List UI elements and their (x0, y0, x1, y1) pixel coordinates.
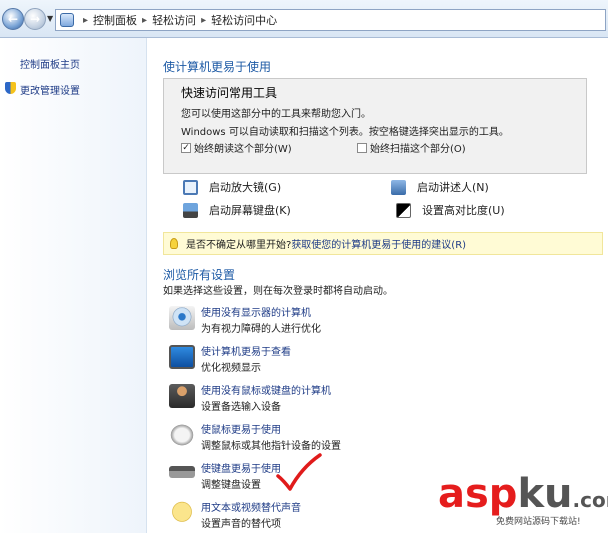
setting-description: 设置声音的替代项 (201, 519, 281, 530)
sidebar-item-control-panel-home[interactable]: 控制面板主页 (20, 56, 80, 71)
sidebar-item-change-admin-settings[interactable]: 更改管理设置 (20, 82, 80, 97)
magnifier-icon (183, 179, 198, 195)
always-scan-checkbox[interactable]: 始终扫描这个部分(O) (357, 140, 466, 155)
get-recommendations-link[interactable]: 获取使您的计算机更易于使用的建议(R) (291, 236, 466, 251)
browse-settings-subtitle: 如果选择这些设置，则在每次登录时都将自动启动。 (163, 286, 393, 297)
setting-link-no-mouse-keyboard[interactable]: 使用没有鼠标或键盘的计算机 (201, 382, 331, 397)
quick-access-title: 快速访问常用工具 (181, 86, 278, 100)
breadcrumb-control-panel[interactable]: 控制面板 (93, 12, 137, 28)
red-checkmark-annotation-icon (276, 453, 322, 491)
narrator-icon (391, 179, 406, 195)
mouse-icon (169, 423, 195, 447)
high-contrast-icon (396, 202, 411, 218)
tool-narrator[interactable]: 启动讲述人(N) (391, 179, 489, 195)
breadcrumb-separator-icon[interactable]: ▸ (142, 15, 147, 26)
breadcrumb-ease-of-access[interactable]: 轻松访问 (152, 12, 196, 28)
tool-on-screen-keyboard[interactable]: 启动屏幕键盘(K) (183, 202, 291, 218)
setting-link-easier-to-see[interactable]: 使计算机更易于查看 (201, 343, 291, 358)
watermark-brand-ku: ku (517, 471, 573, 517)
quick-access-scan-description: Windows 可以自动读取和扫描这个列表。按空格键选择突出显示的工具。 (181, 127, 509, 138)
tool-magnifier-label[interactable]: 启动放大镜(G) (209, 179, 281, 195)
tool-narrator-label[interactable]: 启动讲述人(N) (417, 179, 489, 195)
user-icon (169, 384, 195, 408)
setting-link-keyboard[interactable]: 使键盘更易于使用 (201, 460, 281, 475)
watermark-brand-asp: asp (438, 471, 518, 517)
watermark-brand-domain: .com (572, 488, 608, 512)
keyboard-icon (169, 466, 195, 478)
always-read-label[interactable]: 始终朗读这个部分(W) (194, 140, 292, 155)
setting-link-no-display[interactable]: 使用没有显示器的计算机 (201, 304, 311, 319)
quick-access-description: 您可以使用这部分中的工具来帮助您入门。 (181, 109, 371, 120)
forward-button[interactable]: → (24, 8, 46, 30)
lightbulb-icon (170, 238, 178, 249)
recent-pages-dropdown-icon[interactable]: ▼ (47, 14, 53, 23)
checkbox-unchecked-icon[interactable] (357, 142, 367, 153)
setting-description: 调整键盘设置 (201, 480, 261, 491)
always-read-checkbox[interactable]: ✓ 始终朗读这个部分(W) (181, 140, 292, 155)
browse-settings-heading: 浏览所有设置 (163, 268, 236, 282)
breadcrumb-ease-of-access-center[interactable]: 轻松访问中心 (211, 12, 277, 28)
setting-description: 设置备选输入设备 (201, 402, 281, 413)
setting-description: 为有视力障碍的人进行优化 (201, 324, 321, 335)
tool-high-contrast[interactable]: 设置高对比度(U) (396, 202, 505, 218)
setting-description: 调整鼠标或其他指针设备的设置 (201, 441, 341, 452)
eye-icon (169, 306, 195, 330)
main-content: 使计算机更易于使用 快速访问常用工具 您可以使用这部分中的工具来帮助您入门。 W… (147, 38, 608, 533)
speech-bubble-icon (169, 501, 195, 525)
always-scan-label[interactable]: 始终扫描这个部分(O) (370, 140, 466, 155)
shield-icon (5, 82, 16, 94)
address-toolbar: ← → ▼ ▸ 控制面板 ▸ 轻松访问 ▸ 轻松访问中心 (0, 0, 608, 38)
checkbox-checked-icon[interactable]: ✓ (181, 142, 191, 153)
page-title: 使计算机更易于使用 (163, 60, 272, 74)
setting-description: 优化视频显示 (201, 363, 261, 374)
tool-magnifier[interactable]: 启动放大镜(G) (183, 179, 281, 195)
on-screen-keyboard-icon (183, 202, 198, 218)
setting-link-mouse[interactable]: 使鼠标更易于使用 (201, 421, 281, 436)
setting-link-sound-alternatives[interactable]: 用文本或视频替代声音 (201, 499, 301, 514)
breadcrumb-separator-icon[interactable]: ▸ (83, 15, 88, 26)
breadcrumb-separator-icon[interactable]: ▸ (201, 15, 206, 26)
tool-high-contrast-label[interactable]: 设置高对比度(U) (422, 202, 505, 218)
monitor-icon (169, 345, 195, 369)
watermark-logo: aspku.com 免费网站源码下载站! (438, 471, 608, 527)
tool-on-screen-keyboard-label[interactable]: 启动屏幕键盘(K) (209, 202, 291, 218)
quick-access-panel: 快速访问常用工具 您可以使用这部分中的工具来帮助您入门。 Windows 可以自… (163, 78, 587, 174)
watermark-slogan: 免费网站源码下载站! (496, 517, 581, 527)
address-bar[interactable]: ▸ 控制面板 ▸ 轻松访问 ▸ 轻松访问中心 (55, 9, 606, 31)
back-button[interactable]: ← (2, 8, 24, 30)
suggestion-bar: 是否不确定从哪里开始? 获取使您的计算机更易于使用的建议(R) (163, 232, 603, 255)
control-panel-icon (60, 13, 74, 27)
suggestion-text: 是否不确定从哪里开始? (186, 240, 292, 251)
left-navigation-pane: 控制面板主页 更改管理设置 (0, 38, 147, 533)
